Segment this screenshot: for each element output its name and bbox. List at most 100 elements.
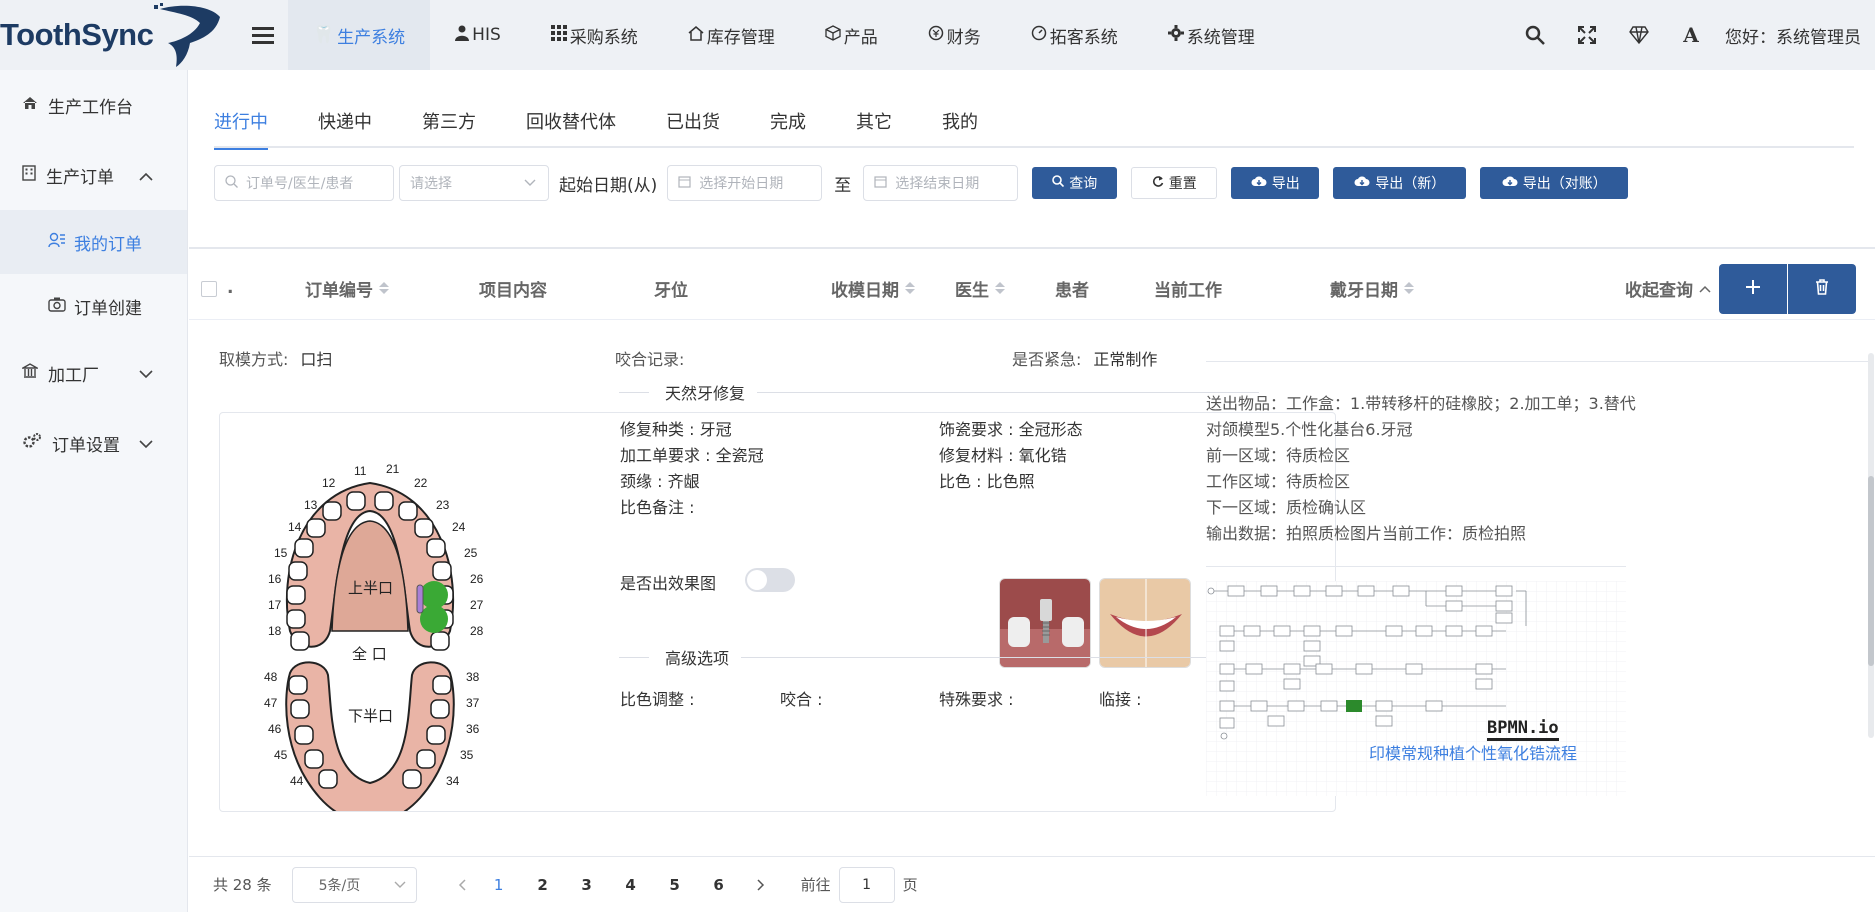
export-new-button[interactable]: 导出（新） <box>1333 167 1467 199</box>
prev-page-icon[interactable] <box>447 878 477 891</box>
tooth-number: 11 <box>354 464 367 478</box>
search-icon[interactable] <box>1509 0 1561 70</box>
date-to-label: 至 <box>834 175 852 196</box>
section-line <box>741 656 1259 658</box>
page-1[interactable]: 1 <box>477 876 521 894</box>
collapse-query-toggle[interactable]: 收起查询 <box>1625 256 1711 320</box>
selected-tooth-marker <box>420 605 448 633</box>
col-label: 当前工作 <box>1154 280 1222 301</box>
tooth <box>374 491 394 511</box>
end-date-input[interactable]: 选择结束日期 <box>863 165 1019 201</box>
fullscreen-icon[interactable] <box>1561 0 1613 70</box>
date-from-label: 起始日期(从) <box>559 175 658 196</box>
nav-inventory[interactable]: 库存管理 <box>663 0 800 70</box>
margin-field: 颈缘 : 齐龈 <box>620 472 700 491</box>
effect-toggle[interactable] <box>745 568 795 592</box>
adjacent-field: 临接 : <box>1099 690 1142 709</box>
export-reconcile-button[interactable]: 导出（对账） <box>1480 167 1629 199</box>
chevron-down-icon <box>139 364 153 384</box>
tooth <box>426 538 446 558</box>
tooth-chart[interactable]: 11 21 12 22 13 23 14 24 15 25 16 26 17 27 18 28 上半口全 口 48… <box>260 453 560 812</box>
sidebar-item-production-orders[interactable]: 生产订单 <box>0 140 187 210</box>
add-button[interactable] <box>1719 264 1787 314</box>
nav-finance[interactable]: 财务 <box>903 0 1006 70</box>
tab-recycle[interactable]: 回收替代体 <box>526 108 616 148</box>
tab-other[interactable]: 其它 <box>856 108 892 148</box>
scrollbar-thumb[interactable] <box>1868 476 1874 666</box>
shade-note-field: 比色备注 : <box>620 498 695 517</box>
user-greeting[interactable]: 您好：系统管理员 <box>1725 23 1875 48</box>
refresh-icon <box>1152 175 1164 191</box>
start-date-input[interactable]: 选择开始日期 <box>667 165 823 201</box>
page-3[interactable]: 3 <box>565 876 609 894</box>
reset-button[interactable]: 重置 <box>1131 167 1218 199</box>
nav-his[interactable]: HIS <box>430 0 526 70</box>
tab-complete[interactable]: 完成 <box>770 108 806 148</box>
nav-label: HIS <box>472 25 501 45</box>
page-2[interactable]: 2 <box>521 876 565 894</box>
goto-page-input[interactable]: 1 <box>838 866 895 903</box>
tooth <box>288 675 308 695</box>
urgent-value: 正常制作 <box>1093 350 1158 369</box>
nav-purchase[interactable]: 采购系统 <box>526 0 663 70</box>
process-req-field: 加工单要求 : 全瓷冠 <box>620 446 764 465</box>
col-doctor[interactable]: 医生 <box>955 256 1005 320</box>
page-4[interactable]: 4 <box>609 876 653 894</box>
select-all-checkbox[interactable] <box>201 281 217 297</box>
tab-shipped[interactable]: 已出货 <box>666 108 720 148</box>
col-receive-date[interactable]: 收模日期 <box>831 256 915 320</box>
nav-products[interactable]: 产品 <box>800 0 903 70</box>
sidebar-item-workbench[interactable]: 生产工作台 <box>0 70 187 140</box>
workflow-panel: 送出物品：工作盒：1.带转移杆的硅橡胶；2.加工单；3.替代 对颌模型5.个性化… <box>1189 346 1875 906</box>
nav-system[interactable]: 系统管理 <box>1143 0 1280 70</box>
query-button[interactable]: 查询 <box>1032 167 1118 199</box>
chevron-down-icon <box>139 434 153 454</box>
page-size-select[interactable]: 5条/页 <box>291 866 417 903</box>
flow-link[interactable]: 印模常规种植个性氧化锆流程 <box>1369 740 1577 764</box>
sidebar-item-label: 生产工作台 <box>48 97 133 118</box>
tooth-number: 24 <box>452 520 466 534</box>
tooth <box>294 725 314 745</box>
app-logo[interactable]: ToothSync <box>0 0 230 70</box>
main-content: 进行中 快递中 第三方 回收替代体 已出货 完成 其它 我的 订单号/医生/患者… <box>189 70 1875 912</box>
sidebar-item-create-order[interactable]: 订单创建 <box>0 274 187 338</box>
col-order-no[interactable]: 订单编号 <box>305 256 389 320</box>
sort-icon <box>379 282 389 294</box>
delete-button[interactable] <box>1788 264 1856 314</box>
page-6[interactable]: 6 <box>697 876 741 894</box>
sort-icon <box>1404 282 1414 294</box>
grid-icon <box>550 24 567 46</box>
sidebar-item-factory[interactable]: 加工厂 <box>0 338 187 408</box>
tooth <box>322 501 342 521</box>
nav-customer[interactable]: 拓客系统 <box>1006 0 1143 70</box>
tooth-icon: 🦷 <box>313 25 335 45</box>
tooth-number: 36 <box>466 722 480 736</box>
tooth-number: 27 <box>470 598 484 612</box>
sidebar-item-order-settings[interactable]: 订单设置 <box>0 408 187 478</box>
cloud-download-icon <box>1502 175 1518 191</box>
sort-icon <box>905 282 915 294</box>
filter-bar: 订单号/医生/患者 请选择 起始日期(从) 选择开始日期 至 选择结束日期 查询… <box>214 165 1629 201</box>
search-input[interactable]: 订单号/医生/患者 <box>214 165 394 201</box>
tab-shipping[interactable]: 快递中 <box>318 108 372 148</box>
status-select[interactable]: 请选择 <box>399 165 549 201</box>
tooth <box>288 561 308 581</box>
export-button[interactable]: 导出 <box>1231 167 1320 199</box>
cloud-download-icon <box>1354 175 1370 191</box>
tab-in-progress[interactable]: 进行中 <box>214 108 268 150</box>
diamond-icon[interactable] <box>1613 0 1665 70</box>
tab-mine[interactable]: 我的 <box>942 108 978 148</box>
tooth <box>346 491 366 511</box>
nav-production[interactable]: 🦷 生产系统 <box>288 0 431 70</box>
impression-label: 取模方式: <box>219 350 289 369</box>
gear-icon <box>1167 24 1184 46</box>
font-size-icon[interactable]: A <box>1665 0 1717 70</box>
tab-third-party[interactable]: 第三方 <box>422 108 476 148</box>
sidebar-item-label: 我的订单 <box>74 234 142 255</box>
menu-toggle-icon[interactable] <box>238 0 288 70</box>
page-5[interactable]: 5 <box>653 876 697 894</box>
next-page-icon[interactable] <box>741 878 781 891</box>
sidebar-item-my-orders[interactable]: 我的订单 <box>0 210 187 274</box>
lower-jaw-label: 下半口 <box>348 707 393 725</box>
col-wear-date[interactable]: 戴牙日期 <box>1330 256 1414 320</box>
